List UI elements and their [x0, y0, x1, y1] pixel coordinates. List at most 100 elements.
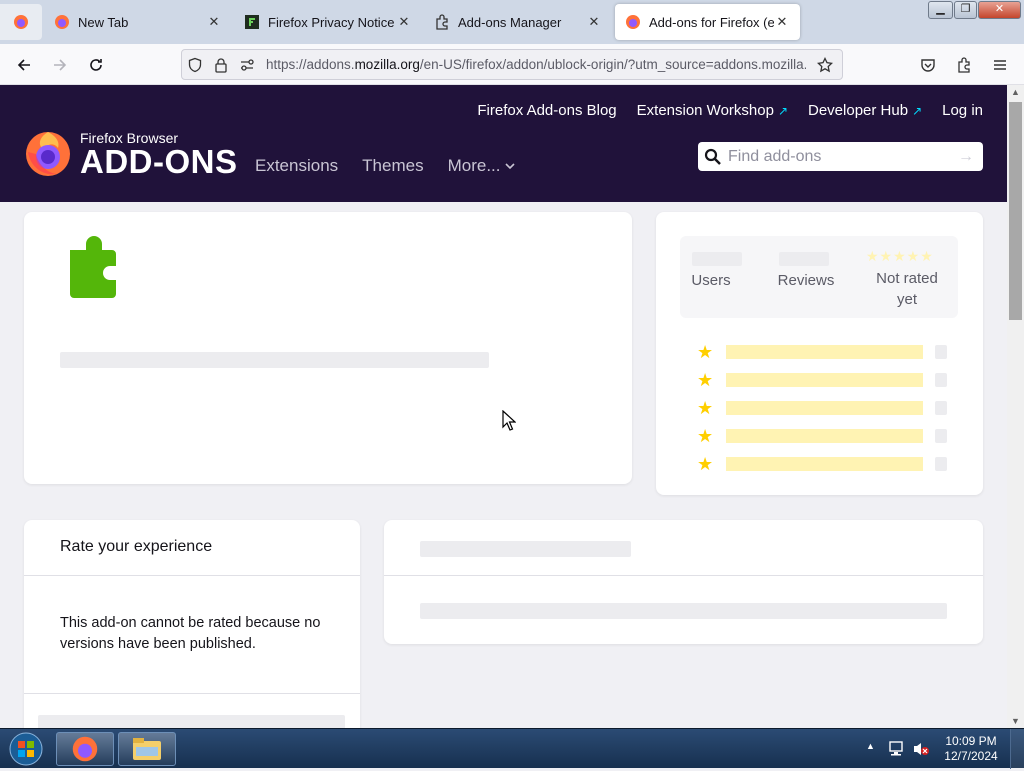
firefox-icon [14, 15, 28, 29]
search-box[interactable]: → [698, 142, 983, 171]
pocket-icon [921, 59, 935, 72]
description-text-placeholder [420, 603, 947, 619]
tab-addons-manager[interactable]: Add-ons Manager ✕ [424, 4, 612, 40]
arrow-left-icon [17, 59, 30, 71]
rating-count-2 [935, 429, 947, 443]
start-button[interactable] [8, 732, 44, 766]
addon-name-placeholder [60, 352, 489, 368]
maximize-button[interactable]: ❐ [954, 1, 977, 19]
hamburger-icon [994, 60, 1006, 70]
tab-addons-for-firefox[interactable]: Add-ons for Firefox (en-US) ✕ [615, 4, 800, 40]
content-placeholder [38, 715, 345, 728]
users-count-placeholder [692, 252, 742, 266]
show-desktop-button[interactable] [1010, 729, 1024, 769]
developer-hub-link[interactable]: Developer Hub ↗ [808, 102, 922, 119]
search-input[interactable] [728, 147, 958, 166]
menu-button[interactable] [986, 51, 1014, 79]
rating-count-3 [935, 401, 947, 415]
addon-info-card [24, 212, 632, 484]
system-clock[interactable]: 10:09 PM 12/7/2024 [940, 734, 1002, 764]
folder-icon [133, 738, 161, 760]
tab-title: Add-ons for Firefox (en-US) [649, 14, 774, 30]
nav-themes[interactable]: Themes [362, 156, 423, 176]
reviews-count-placeholder [779, 252, 829, 266]
rating-bar-4[interactable] [726, 373, 923, 387]
divider [24, 693, 360, 694]
rate-title: Rate your experience [60, 538, 213, 555]
divider [384, 575, 983, 576]
users-label: Users [691, 272, 731, 289]
description-title-placeholder [420, 541, 631, 557]
tab-privacy-notice[interactable]: Firefox Privacy Notice — ✕ [234, 4, 422, 40]
puzzle-piece-icon [958, 57, 970, 73]
search-submit-icon[interactable]: → [958, 148, 974, 166]
firefox-view-button[interactable] [0, 4, 42, 40]
scroll-down-arrow-icon[interactable]: ▼ [1011, 716, 1020, 726]
nav-extensions[interactable]: Extensions [255, 156, 338, 176]
scroll-up-arrow-icon[interactable]: ▲ [1011, 87, 1020, 97]
taskbar-explorer-button[interactable] [118, 732, 176, 766]
main-nav: Extensions Themes More... [255, 156, 515, 176]
star-icon: ★ [697, 454, 714, 474]
nav-more[interactable]: More... [448, 156, 516, 176]
addons-logo[interactable]: Firefox Browser ADD-ONS [24, 130, 238, 178]
privacy-notice-icon [245, 15, 259, 29]
tab-title: Add-ons Manager [458, 14, 562, 30]
network-icon[interactable] [888, 741, 906, 757]
address-bar[interactable]: https://addons.mozilla.org/en-US/firefox… [181, 49, 843, 80]
back-button[interactable] [10, 51, 38, 79]
tab-close-icon[interactable]: ✕ [586, 14, 602, 30]
extensions-button[interactable] [950, 51, 978, 79]
addons-blog-link[interactable]: Firefox Add-ons Blog [477, 102, 616, 119]
rating-bar-2[interactable] [726, 429, 923, 443]
shield-icon[interactable] [182, 57, 208, 73]
taskbar-firefox-button[interactable] [56, 732, 114, 766]
rating-count-5 [935, 345, 947, 359]
reload-button[interactable] [82, 51, 110, 79]
tab-new-tab[interactable]: New Tab ✕ [44, 4, 232, 40]
minimize-button[interactable]: ▁ [928, 1, 953, 19]
pocket-button[interactable] [914, 51, 942, 79]
clock-time: 10:09 PM [945, 734, 997, 748]
rate-message: This add-on cannot be rated because no v… [60, 615, 321, 652]
close-window-button[interactable]: ✕ [978, 1, 1021, 19]
rating-bar-3[interactable] [726, 401, 923, 415]
navigation-toolbar: https://addons.mozilla.org/en-US/firefox… [0, 44, 1024, 85]
tab-close-icon[interactable]: ✕ [774, 14, 790, 30]
bookmark-star-icon[interactable] [812, 56, 838, 73]
url-text[interactable]: https://addons.mozilla.org/en-US/firefox… [266, 57, 806, 72]
tab-strip: New Tab ✕ Firefox Privacy Notice — ✕ Add… [0, 0, 1024, 44]
search-icon [704, 148, 721, 165]
puzzle-piece-icon [70, 236, 116, 298]
rating-bar-1[interactable] [726, 457, 923, 471]
windows-logo-icon [9, 732, 43, 766]
permissions-icon[interactable] [234, 57, 260, 73]
star-icon: ★ [697, 398, 714, 418]
star-icon: ★ [697, 342, 714, 362]
clock-date: 12/7/2024 [944, 749, 998, 763]
firefox-icon [55, 15, 69, 29]
windows-taskbar: ▲ 10:09 PM 12/7/2024 [0, 728, 1024, 769]
reload-icon [90, 59, 102, 71]
tab-title: New Tab [78, 14, 129, 30]
firefox-icon [72, 736, 98, 762]
reviews-label: Reviews [777, 272, 835, 289]
show-hidden-icons-icon[interactable]: ▲ [866, 741, 875, 751]
extension-workshop-link[interactable]: Extension Workshop ↗ [637, 102, 788, 119]
volume-muted-icon[interactable] [912, 741, 930, 757]
external-link-icon: ↗ [912, 103, 923, 118]
firefox-logo-icon [26, 132, 70, 176]
logo-title: ADD-ONS [80, 143, 238, 180]
addon-description-card [384, 520, 983, 644]
rating-count-1 [935, 457, 947, 471]
forward-button[interactable] [46, 51, 74, 79]
log-in-link[interactable]: Log in [942, 102, 983, 119]
rating-stars-placeholder: ★★★★★ [866, 248, 934, 264]
lock-icon[interactable] [208, 57, 234, 73]
page-content: ★★★★★ Users Reviews Not rated yet ★ ★ ★ … [0, 202, 1007, 728]
tab-close-icon[interactable]: ✕ [396, 14, 412, 30]
rating-bar-5[interactable] [726, 345, 923, 359]
tab-close-icon[interactable]: ✕ [206, 14, 222, 30]
mouse-cursor-icon [502, 410, 516, 431]
scrollbar-thumb[interactable] [1009, 102, 1022, 320]
